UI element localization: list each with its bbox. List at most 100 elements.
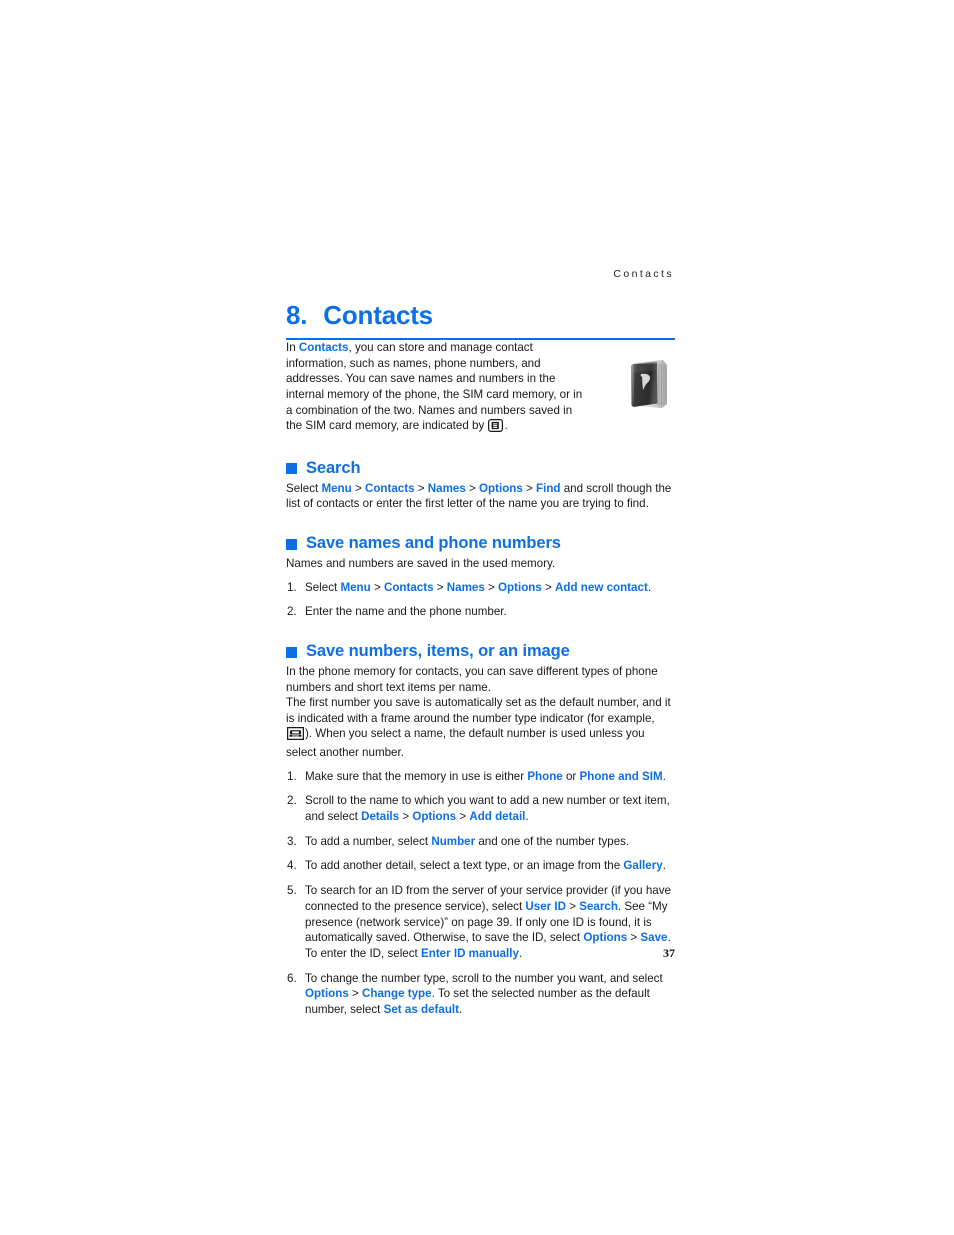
step-item: 6. To change the number type, scroll to t… [286,971,675,1018]
step-number: 1. [287,769,297,783]
text-run: > [399,810,413,824]
text-run: The first number you save is automatical… [286,696,671,725]
section-save-numbers-items-or-an-image: Save numbers, items, or an image In the p… [286,641,675,1018]
text-run: > [456,810,470,824]
ui-term: Names [427,481,466,495]
text-run: Enter the name and the phone number. [305,605,507,619]
ui-term: User ID [525,899,567,913]
ui-term: Contacts [383,580,434,594]
text-run: and one of the number types. [475,834,630,848]
text-run: > [627,931,641,945]
ui-term: Set as default [383,1003,460,1017]
ui-term: Contacts [364,481,415,495]
section-heading-text: Search [306,458,361,477]
section-heading-search: Search [286,458,675,478]
step-text: To change the number type, scroll to the… [305,972,663,1016]
ui-term: Find [536,481,561,495]
section-paragraph: Select Menu > Contacts > Names > Options… [286,481,675,512]
page-number: 37 [663,946,675,960]
step-text: To add a number, select Number and one o… [305,835,629,848]
section-bullet-square-icon [286,646,297,658]
step-number: 5. [287,884,297,898]
text-run: To add another detail, select a text typ… [305,859,624,873]
chapter-number: 8. [286,300,308,330]
text-run: > [348,987,363,1001]
ui-term: Options [498,580,542,594]
ui-term: Save [640,931,668,945]
default-phone-number-icon [286,727,305,745]
ui-term: Options [583,931,628,945]
step-list: 1. Make sure that the memory in use is ei… [286,769,675,1018]
text-run: Make sure that the memory in use is eith… [305,769,528,783]
step-number: 3. [287,834,297,848]
ui-term: Options [305,987,349,1001]
step-item: 1. Make sure that the memory in use is ei… [286,769,675,785]
ui-term: Add new contact [555,580,648,594]
text-run: Select [286,481,322,495]
text-run: . [459,1003,463,1017]
ui-term: Menu [340,580,371,594]
page-title: 8. Contacts [286,300,675,330]
step-text: Make sure that the memory in use is eith… [305,770,666,783]
text-run: Names and numbers are saved in the used … [286,557,556,571]
ui-term: Number [431,834,476,848]
ui-term: Contacts [298,341,349,355]
text-run: > [484,580,499,594]
step-number: 2. [287,605,297,619]
text-run: . [525,810,529,824]
sim-card-icon [488,419,504,437]
text-run: To change the number type, scroll to the… [305,971,663,985]
text-run: . [662,859,666,873]
section-paragraph: In the phone memory for contacts, you ca… [286,664,675,695]
step-text: Enter the name and the phone number. [305,605,507,618]
sections-container: Search Select Menu > Contacts > Names > O… [286,458,675,1018]
section-heading-text: Save names and phone numbers [306,534,561,553]
text-run: ). When you select a name, the default n… [286,727,645,760]
ui-term: Details [361,810,400,824]
ui-term: Names [446,580,485,594]
text-run: > [370,580,384,594]
ui-term: Phone [527,769,563,783]
section-search: Search Select Menu > Contacts > Names > O… [286,458,675,512]
step-text: Scroll to the name to which you want to … [305,794,670,823]
step-item: 2. Enter the name and the phone number. [286,604,675,620]
text-run: . [647,580,652,594]
text-run: Select [305,580,341,594]
step-number: 6. [287,971,297,985]
ui-term: Menu [321,481,352,495]
section-bullet-square-icon [286,538,297,550]
text-run: In [286,341,299,355]
contacts-book-icon [629,357,671,411]
step-item: 2. Scroll to the name to which you want t… [286,793,675,824]
text-run: or [562,769,580,783]
step-item: 1. Select Menu > Contacts > Names > Optio… [286,580,675,596]
intro-paragraph: In Contacts, you can store and manage co… [286,340,586,437]
section-paragraph: Names and numbers are saved in the used … [286,556,675,572]
section-paragraph: The first number you save is automatical… [286,695,675,760]
text-run: > [541,580,556,594]
text-run: . [662,769,666,783]
ui-term: Gallery [623,859,663,873]
section-heading-save-names-and-phone-numbers: Save names and phone numbers [286,533,675,553]
ui-term: Add detail [469,810,526,824]
step-item: 3. To add a number, select Number and one… [286,834,675,850]
step-list: 1. Select Menu > Contacts > Names > Optio… [286,580,675,620]
text-run: > [433,580,447,594]
ui-term: Search [579,899,618,913]
section-bullet-square-icon [286,463,297,475]
text-run: > [351,481,365,495]
step-item: 4. To add another detail, select a text t… [286,858,675,874]
text-run: In the phone memory for contacts, you ca… [286,665,658,694]
ui-term: Options [479,481,523,495]
running-header: Contacts [613,268,674,280]
text-run: > [465,481,480,495]
text-run: > [522,481,537,495]
page-content: Contacts 8. Contacts In Contacts, you can… [286,268,675,1027]
text-run: > [414,481,428,495]
chapter-title-text: Contacts [323,300,433,330]
step-number: 1. [287,580,297,594]
text-run: To add a number, select [305,834,432,848]
ui-term: Phone and SIM [579,769,663,783]
step-number: 4. [287,859,297,873]
step-number: 2. [287,794,297,808]
